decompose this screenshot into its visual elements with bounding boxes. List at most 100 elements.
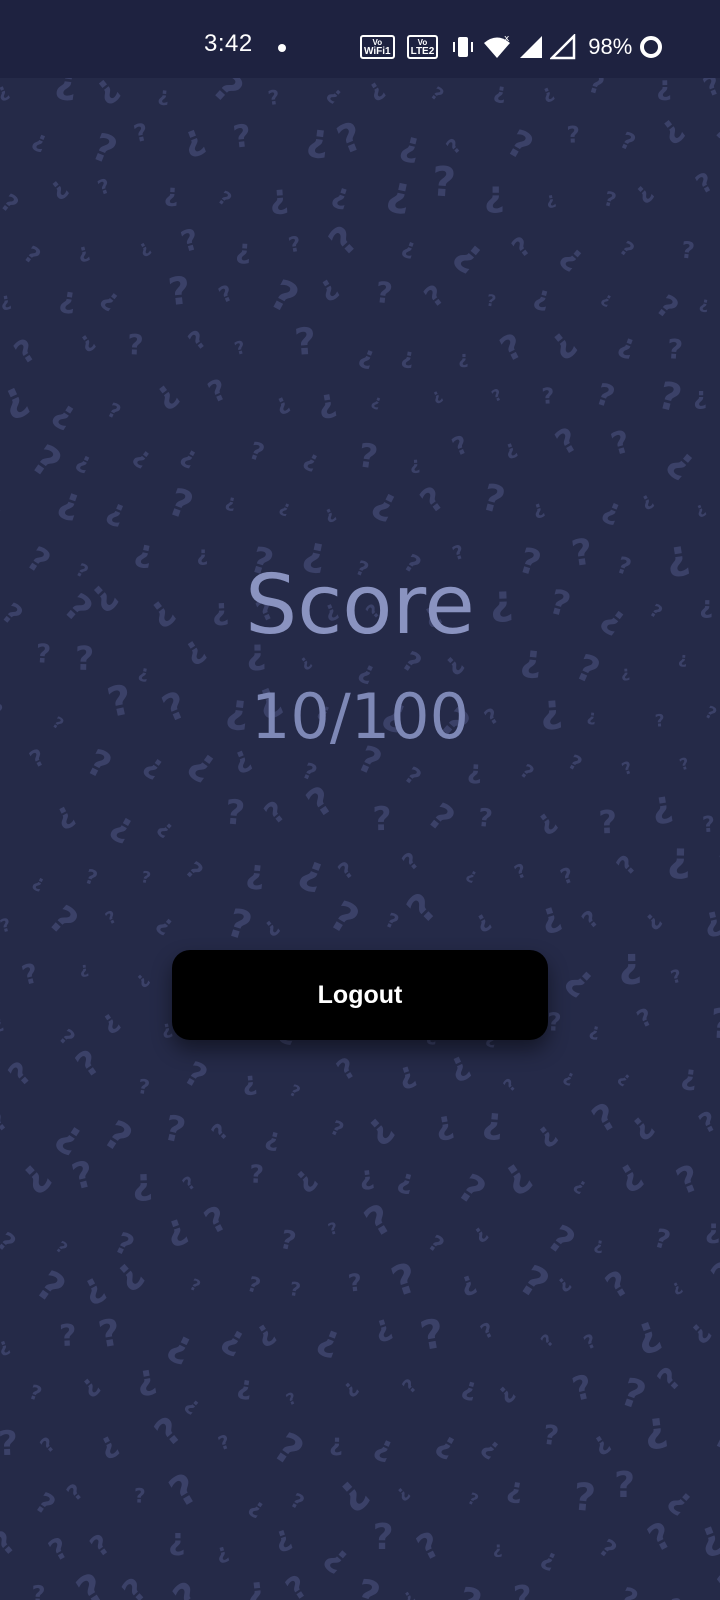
pattern-question-mark: ¿: [235, 1370, 255, 1402]
pattern-question-mark: ?: [598, 803, 618, 842]
pattern-question-mark: ¿: [391, 1481, 413, 1503]
pattern-question-mark: ¿: [448, 229, 494, 278]
pattern-question-mark: ?: [564, 749, 586, 776]
pattern-question-mark: ?: [591, 377, 618, 416]
pattern-question-mark: ¿: [263, 1122, 284, 1154]
pattern-question-mark: ¿: [615, 327, 640, 361]
pattern-question-mark: ¿: [311, 268, 342, 305]
pattern-question-mark: ¿: [636, 488, 656, 513]
pattern-question-mark: ?: [19, 242, 45, 271]
pattern-question-mark: ¿: [48, 391, 85, 434]
pattern-question-mark: ¿: [131, 1161, 153, 1203]
pattern-question-mark: ?: [287, 1488, 309, 1515]
pattern-question-mark: ?: [178, 1053, 214, 1096]
pattern-question-mark: ¿: [409, 453, 421, 475]
pattern-question-mark: ?: [516, 760, 538, 784]
pattern-question-mark: ?: [29, 1486, 61, 1522]
pattern-question-mark: ¿: [324, 1465, 374, 1517]
pattern-question-mark: ?: [537, 1331, 558, 1352]
pattern-question-mark: ¿: [505, 1470, 527, 1505]
pattern-question-mark: ¿: [682, 1314, 715, 1347]
pattern-question-mark: ¿: [92, 1424, 122, 1462]
pattern-question-mark: ¿: [492, 1149, 537, 1200]
pattern-question-mark: ?: [35, 1432, 59, 1458]
pattern-question-mark: ¿: [615, 1067, 636, 1089]
pattern-question-mark: ¿: [152, 910, 179, 939]
pattern-question-mark: ?: [266, 85, 281, 110]
pattern-question-mark: ¿: [397, 123, 426, 167]
pattern-question-mark: ¿: [29, 126, 51, 155]
pattern-question-mark: ¿: [102, 491, 131, 530]
pattern-question-mark: ¿: [693, 382, 707, 410]
pattern-question-mark: ¿: [698, 293, 712, 315]
vibrate-icon: [453, 37, 474, 57]
pattern-question-mark: ?: [54, 1025, 79, 1051]
pattern-question-mark: ?: [52, 1237, 71, 1258]
pattern-question-mark: ¿: [224, 490, 239, 513]
pattern-question-mark: ?: [423, 1231, 448, 1259]
pattern-question-mark: ¿: [369, 1307, 396, 1345]
svg-text:x: x: [504, 34, 510, 44]
pattern-question-mark: ?: [511, 860, 529, 885]
pattern-question-mark: ?: [331, 114, 369, 164]
pattern-question-mark: ¿: [442, 1043, 475, 1085]
pattern-question-mark: ?: [399, 885, 447, 933]
pattern-question-mark: ?: [399, 763, 425, 792]
pattern-question-mark: ?: [222, 900, 257, 950]
pattern-question-mark: ?: [95, 1310, 124, 1356]
pattern-question-mark: ?: [84, 1527, 117, 1563]
pattern-question-mark: ¿: [177, 440, 203, 471]
pattern-question-mark: ¿: [163, 178, 179, 208]
pattern-question-mark: ?: [0, 1106, 14, 1139]
pattern-question-mark: ?: [215, 281, 237, 309]
pattern-question-mark: ¿: [95, 1004, 124, 1037]
pattern-question-mark: ¿: [42, 171, 72, 203]
pattern-question-mark: ?: [134, 1484, 146, 1508]
pattern-question-mark: ?: [163, 479, 199, 528]
pattern-question-mark: ¿: [651, 107, 689, 148]
pattern-question-mark: ¿: [213, 1539, 231, 1565]
pattern-question-mark: ?: [63, 1479, 89, 1506]
pattern-question-mark: ?: [448, 430, 473, 462]
pattern-question-mark: ¿: [528, 1115, 561, 1151]
pattern-question-mark: ¿: [305, 115, 332, 161]
pattern-question-mark: ?: [585, 78, 608, 102]
pattern-question-mark: ?: [642, 1515, 680, 1561]
pattern-question-mark: ¿: [491, 1379, 519, 1407]
pattern-question-mark: ?: [104, 398, 125, 425]
pattern-question-mark: ¿: [245, 1493, 270, 1521]
pattern-question-mark: ?: [258, 794, 292, 831]
pattern-question-mark: ?: [0, 795, 8, 825]
pattern-question-mark: ?: [563, 1596, 578, 1600]
pattern-question-mark: ?: [0, 1523, 23, 1564]
pattern-question-mark: ?: [280, 1568, 315, 1600]
pattern-question-mark: ?: [96, 1112, 139, 1162]
pattern-question-mark: ¿: [667, 1276, 684, 1297]
status-time: 3:42: [204, 30, 253, 57]
pattern-question-mark: ?: [465, 1489, 481, 1510]
pattern-question-mark: ¿: [73, 447, 96, 476]
pattern-question-mark: ¿: [367, 478, 406, 526]
vowifi-icon: Vo WiFi1: [360, 35, 395, 59]
pattern-question-mark: ?: [23, 435, 70, 488]
pattern-question-mark: ¿: [662, 438, 706, 485]
pattern-question-mark: ?: [710, 1561, 720, 1600]
pattern-question-mark: ?: [691, 167, 719, 201]
pattern-question-mark: ¿: [383, 166, 416, 218]
pattern-question-mark: ¿: [478, 1431, 508, 1463]
pattern-question-mark: ?: [69, 1042, 108, 1086]
logout-button[interactable]: Logout: [172, 950, 548, 1040]
pattern-question-mark: ¿: [244, 1569, 268, 1600]
signal-icon: [550, 34, 576, 60]
pattern-question-mark: ?: [602, 186, 619, 212]
pattern-question-mark: ?: [586, 1096, 625, 1142]
pattern-question-mark: ¿: [706, 123, 720, 155]
pattern-question-mark: ?: [299, 777, 342, 826]
pattern-question-mark: ?: [382, 908, 403, 935]
pattern-question-mark: ¿: [48, 795, 78, 833]
pattern-question-mark: ?: [649, 288, 684, 326]
pattern-question-mark: ?: [611, 850, 643, 882]
pattern-question-mark: ¿: [235, 234, 253, 266]
pattern-question-mark: ?: [40, 897, 86, 944]
pattern-question-mark: ?: [127, 328, 144, 362]
